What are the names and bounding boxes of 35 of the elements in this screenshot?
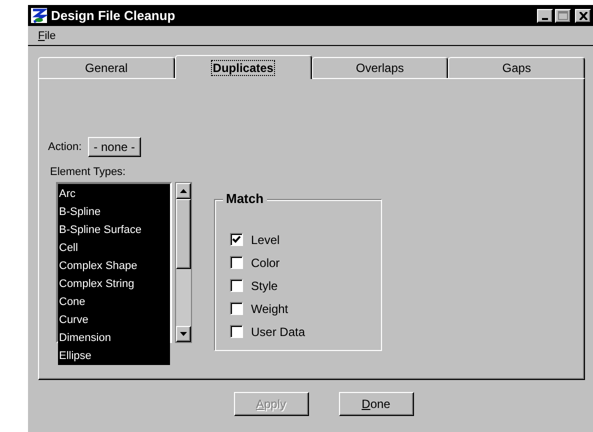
maximize-icon	[558, 11, 568, 20]
element-types-label: Element Types:	[50, 166, 127, 178]
minimize-button[interactable]	[537, 8, 553, 22]
checkbox-label: User Data	[251, 324, 306, 338]
window-title: Design File Cleanup	[51, 8, 176, 23]
checkbox-label: Level	[251, 232, 280, 246]
tab[interactable]: General	[38, 57, 175, 78]
close-icon	[578, 12, 588, 20]
checkbox-label: Weight	[251, 302, 288, 316]
scroll-down-button[interactable]	[176, 326, 191, 342]
checkbox[interactable]	[230, 279, 243, 292]
group-title: Match	[223, 191, 267, 206]
app-logo-icon	[30, 7, 48, 24]
up-arrow-icon	[180, 189, 187, 193]
scroll-thumb[interactable]	[176, 199, 191, 269]
checkbox[interactable]	[230, 233, 243, 246]
menu-item[interactable]: File	[38, 30, 56, 42]
scroll-up-button[interactable]	[176, 183, 191, 199]
scrollbar[interactable]	[175, 182, 192, 343]
tab[interactable]: Duplicates	[174, 55, 312, 79]
list-item[interactable]: Ellipse	[58, 347, 170, 365]
action-label: Action:	[48, 141, 82, 153]
checkbox-label: Style	[251, 278, 278, 292]
close-button[interactable]	[575, 8, 591, 22]
checkbox-label: Color	[251, 256, 280, 270]
checkbox[interactable]	[230, 256, 243, 269]
down-arrow-icon	[180, 332, 187, 336]
tab[interactable]: Gaps	[448, 57, 585, 78]
action-button[interactable]: - none -	[88, 137, 141, 157]
maximize-button[interactable]	[555, 8, 571, 22]
checkbox[interactable]	[230, 302, 243, 315]
minimize-icon	[542, 18, 548, 20]
checkbox[interactable]	[230, 325, 243, 338]
tab[interactable]: Overlaps	[312, 57, 448, 78]
dialog-button[interactable]: Done	[338, 392, 414, 416]
